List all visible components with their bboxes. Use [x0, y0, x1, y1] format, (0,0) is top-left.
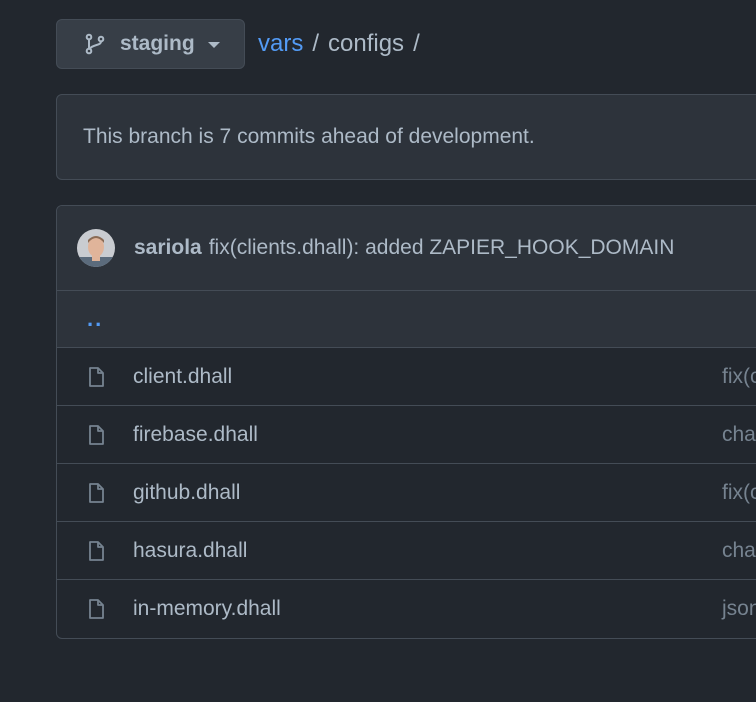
file-icon [85, 424, 107, 446]
branch-name: staging [120, 32, 195, 55]
commit-message[interactable]: fix(clients.dhall): added ZAPIER_HOOK_DO… [209, 236, 675, 260]
chevron-down-icon [207, 42, 220, 48]
file-row[interactable]: hasura.dhall cha [57, 522, 756, 580]
file-list: sariola fix(clients.dhall): added ZAPIER… [56, 205, 756, 639]
file-row[interactable]: client.dhall fix(c [57, 348, 756, 406]
file-commit-message[interactable]: json [722, 597, 756, 621]
file-icon [85, 482, 107, 504]
file-row[interactable]: github.dhall fix(c [57, 464, 756, 522]
repo-directory-page: staging vars / configs / This branch is … [0, 0, 756, 702]
parent-directory-link[interactable]: .. [87, 306, 103, 332]
file-commit-message[interactable]: fix(c [722, 481, 756, 505]
latest-commit-row: sariola fix(clients.dhall): added ZAPIER… [57, 206, 756, 291]
breadcrumb-root-link[interactable]: vars [258, 30, 303, 58]
file-commit-message[interactable]: fix(c [722, 365, 756, 389]
branch-ahead-notice: This branch is 7 commits ahead of develo… [56, 94, 756, 180]
breadcrumb-current: configs [328, 30, 405, 57]
branch-select-button[interactable]: staging [56, 19, 245, 69]
breadcrumb-separator: / [312, 30, 320, 57]
parent-directory-row[interactable]: .. [57, 291, 756, 348]
commit-author[interactable]: sariola [134, 236, 202, 260]
file-name-link[interactable]: firebase.dhall [133, 423, 258, 447]
top-bar: staging vars / configs / [56, 19, 429, 69]
file-name-link[interactable]: hasura.dhall [133, 539, 247, 563]
file-row[interactable]: firebase.dhall cha [57, 406, 756, 464]
file-commit-message[interactable]: cha [722, 539, 756, 563]
file-icon [85, 598, 107, 620]
breadcrumb-trailing-separator: / [413, 30, 420, 57]
branch-ahead-text: This branch is 7 commits ahead of develo… [83, 125, 535, 148]
file-name-link[interactable]: in-memory.dhall [133, 597, 281, 621]
breadcrumb: vars / configs / [258, 30, 429, 58]
file-icon [85, 366, 107, 388]
file-name-link[interactable]: client.dhall [133, 365, 232, 389]
file-icon [85, 540, 107, 562]
file-row[interactable]: in-memory.dhall json [57, 580, 756, 638]
avatar[interactable] [77, 229, 115, 267]
file-commit-message[interactable]: cha [722, 423, 756, 447]
file-name-link[interactable]: github.dhall [133, 481, 240, 505]
git-branch-icon [83, 32, 107, 56]
